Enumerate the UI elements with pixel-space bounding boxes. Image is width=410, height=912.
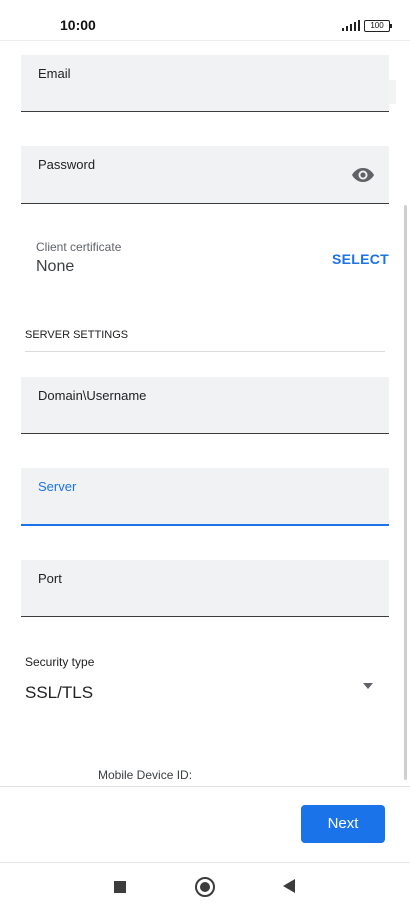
mobile-device-id-label: Mobile Device ID:	[98, 768, 193, 782]
domain-username-field[interactable]: Domain\Username	[21, 377, 389, 434]
client-certificate-value: None	[36, 258, 75, 275]
nav-recent-icon[interactable]	[114, 881, 126, 893]
next-button[interactable]: Next	[301, 805, 385, 843]
battery-level: 100	[370, 21, 384, 30]
scrollbar[interactable]	[404, 205, 407, 780]
domain-username-label: Domain\Username	[38, 388, 147, 403]
security-type-label: Security type	[25, 655, 95, 669]
visibility-eye-icon[interactable]	[351, 166, 375, 184]
bottom-divider	[0, 786, 410, 787]
server-field[interactable]: Server	[21, 468, 389, 526]
section-divider	[25, 351, 385, 352]
nav-back-icon[interactable]	[283, 879, 295, 893]
password-label: Password	[38, 157, 96, 172]
email-field[interactable]: Email	[21, 55, 389, 112]
status-time: 10:00	[60, 17, 96, 33]
field-edge	[389, 80, 396, 104]
signal-icon	[342, 20, 360, 31]
select-certificate-button[interactable]: SELECT	[332, 251, 389, 267]
dropdown-arrow-icon[interactable]	[362, 682, 374, 690]
client-certificate-label: Client certificate	[36, 240, 122, 254]
navigation-bar	[0, 862, 410, 912]
server-settings-header: SERVER SETTINGS	[25, 329, 129, 341]
security-type-select[interactable]: SSL/TLS	[25, 683, 93, 703]
password-field[interactable]: Password	[21, 146, 389, 204]
server-label: Server	[38, 479, 77, 494]
status-bar: 10:00 100	[0, 0, 410, 41]
battery-icon: 100	[364, 20, 392, 32]
email-label: Email	[38, 66, 71, 81]
port-label: Port	[38, 571, 62, 586]
port-field[interactable]: Port	[21, 560, 389, 617]
nav-home-icon[interactable]	[195, 877, 215, 897]
